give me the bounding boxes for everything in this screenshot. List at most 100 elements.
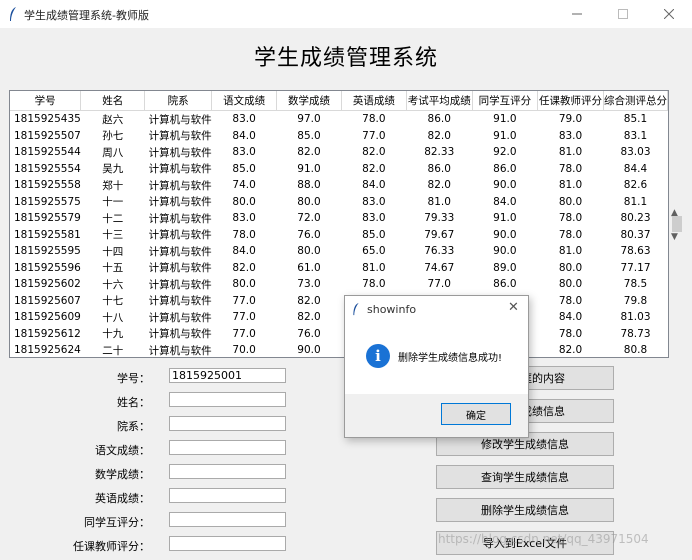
column-header[interactable]: 任课教师评分	[537, 91, 604, 111]
column-header[interactable]: 英语成绩	[341, 91, 407, 111]
table-cell: 80.0	[297, 245, 321, 258]
delete-record-button[interactable]: 删除学生成绩信息	[436, 498, 614, 522]
column-header[interactable]: 同学互评分	[472, 91, 539, 111]
maximize-button[interactable]	[600, 0, 646, 28]
query-record-button[interactable]: 查询学生成绩信息	[436, 465, 614, 489]
table-cell: 91.0	[493, 129, 517, 142]
table-cell: 82.0	[232, 261, 256, 274]
table-cell: 77.0	[232, 294, 256, 307]
math-score-field[interactable]	[169, 464, 286, 479]
table-row[interactable]: 1815925575 十一 计算机与软件 80.0 80.0 83.0 81.0 84.0 80…	[10, 194, 668, 211]
table-cell: 78.5	[623, 278, 648, 291]
table-cell: 82.33	[424, 146, 455, 159]
table-cell: 82.6	[623, 179, 648, 192]
table-cell: 78.0	[362, 113, 386, 126]
table-row[interactable]: 1815925602 十六 计算机与软件 80.0 73.0 78.0 77.0 86.0 80…	[10, 276, 668, 293]
table-cell: 78.0	[232, 228, 256, 241]
grades-table[interactable]: 学号 姓名 院系 语文成绩 数学成绩 英语成绩 考试平均成绩 同学互评分 任课教师评分 综合测评总…	[9, 90, 669, 358]
table-cell: 81.0	[362, 261, 386, 274]
delete-record-label: 删除学生成绩信息	[481, 504, 569, 517]
table-cell: 十一	[102, 196, 124, 209]
table-row[interactable]: 1815925607 十七 计算机与软件 77.0 82.0 78.0 79.8	[10, 293, 668, 310]
table-cell: 80.0	[232, 195, 256, 208]
ok-button[interactable]: 确定	[441, 403, 511, 425]
english-score-field[interactable]	[169, 488, 286, 503]
table-row[interactable]: 1815925507 孙七 计算机与软件 84.0 85.0 77.0 82.0 91.0 83…	[10, 128, 668, 145]
table-cell: 十三	[102, 229, 124, 242]
table-cell: 77.0	[427, 278, 451, 291]
table-cell: 91.0	[493, 113, 517, 126]
close-button[interactable]	[646, 0, 692, 28]
table-cell: 80.0	[558, 261, 583, 274]
column-header[interactable]: 姓名	[80, 91, 146, 111]
table-scrollbar[interactable]: ▲ ▼	[669, 90, 685, 356]
minimize-icon	[572, 13, 582, 15]
table-cell: 89.0	[493, 261, 517, 274]
table-row[interactable]: 1815925595 十四 计算机与软件 84.0 80.0 65.0 76.33 90.0 8…	[10, 243, 668, 260]
table-cell: 计算机与软件	[148, 295, 212, 308]
table-cell: 79.33	[424, 212, 455, 225]
table-cell: 90.0	[297, 344, 321, 357]
table-cell: 1815925581	[14, 228, 81, 241]
dialog-close-icon[interactable]: ✕	[508, 300, 519, 315]
table-cell: 1815925602	[14, 278, 81, 291]
peer-score-field[interactable]	[169, 512, 286, 527]
scroll-thumb[interactable]	[672, 216, 682, 232]
page-title: 学生成绩管理系统	[253, 46, 438, 71]
table-cell: 计算机与软件	[148, 245, 212, 258]
table-cell: 吴九	[102, 163, 124, 176]
table-cell: 80.0	[232, 278, 256, 291]
table-row[interactable]: 1815925596 十五 计算机与软件 82.0 61.0 81.0 74.67 89.0 8…	[10, 260, 668, 277]
table-cell: 1815925596	[14, 261, 81, 274]
table-cell: 周八	[102, 146, 124, 159]
table-cell: 1815925607	[14, 294, 81, 307]
table-cell: 78.63	[620, 245, 651, 258]
table-cell: 81.0	[558, 179, 583, 192]
table-row[interactable]: 1815925579 十二 计算机与软件 83.0 72.0 83.0 79.33 91.0 7…	[10, 210, 668, 227]
table-row[interactable]: 1815925558 郑十 计算机与软件 74.0 88.0 84.0 82.0 90.0 81…	[10, 177, 668, 194]
table-row[interactable]: 1815925581 十三 计算机与软件 78.0 76.0 85.0 79.67 90.0 7…	[10, 227, 668, 244]
name-label: 姓名：	[117, 396, 150, 409]
minimize-button[interactable]	[554, 0, 600, 28]
column-header[interactable]: 学号	[10, 91, 82, 111]
department-field[interactable]	[169, 416, 286, 431]
column-header[interactable]: 考试平均成绩	[406, 91, 473, 111]
table-row[interactable]: 1815925609 十八 计算机与软件 77.0 82.0 84.0 81.03	[10, 309, 668, 326]
table-cell: 84.0	[362, 179, 386, 192]
teacher-score-field[interactable]	[169, 536, 286, 551]
table-row[interactable]: 1815925544 周八 计算机与软件 83.0 82.0 82.0 82.33 92.0 8…	[10, 144, 668, 161]
table-cell: 1815925612	[14, 327, 81, 340]
table-cell: 86.0	[493, 162, 517, 175]
table-cell: 85.1	[623, 113, 648, 126]
table-cell: 计算机与软件	[148, 146, 212, 159]
column-header[interactable]: 综合测评总分	[603, 91, 668, 111]
scroll-down-icon[interactable]: ▼	[671, 232, 678, 242]
dialog-message: 删除学生成绩信息成功!	[398, 353, 503, 364]
table-cell: 76.0	[297, 228, 321, 241]
table-cell: 83.0	[232, 113, 256, 126]
table-cell: 81.1	[623, 195, 648, 208]
table-cell: 84.0	[493, 195, 517, 208]
table-row[interactable]: 1815925435 赵六 计算机与软件 83.0 97.0 78.0 86.0 91.0 79…	[10, 111, 668, 128]
table-cell: 85.0	[297, 129, 321, 142]
student-id-field[interactable]	[169, 368, 286, 383]
table-cell: 82.0	[297, 294, 321, 307]
table-row[interactable]: 1815925554 吴九 计算机与软件 85.0 91.0 82.0 86.0 86.0 78…	[10, 161, 668, 178]
table-cell: 82.0	[297, 146, 321, 159]
table-cell: 78.0	[558, 212, 583, 225]
column-header[interactable]: 数学成绩	[276, 91, 342, 111]
chinese-score-field[interactable]	[169, 440, 286, 455]
table-cell: 1815925544	[14, 146, 81, 159]
table-row[interactable]: 1815925612 十九 计算机与软件 77.0 76.0 78.0 78.73	[10, 326, 668, 343]
table-cell: 97.0	[297, 113, 321, 126]
column-header[interactable]: 语文成绩	[211, 91, 278, 111]
department-label: 院系：	[117, 420, 150, 433]
column-header[interactable]: 院系	[144, 91, 213, 111]
table-cell: 80.37	[620, 228, 651, 241]
name-field[interactable]	[169, 392, 286, 407]
table-cell: 84.0	[232, 245, 256, 258]
maximize-icon	[618, 9, 628, 19]
table-cell: 83.0	[232, 146, 256, 159]
table-row[interactable]: 1815925624 二十 计算机与软件 70.0 90.0 82.0 80.8	[10, 342, 668, 357]
table-cell: 计算机与软件	[148, 278, 212, 291]
